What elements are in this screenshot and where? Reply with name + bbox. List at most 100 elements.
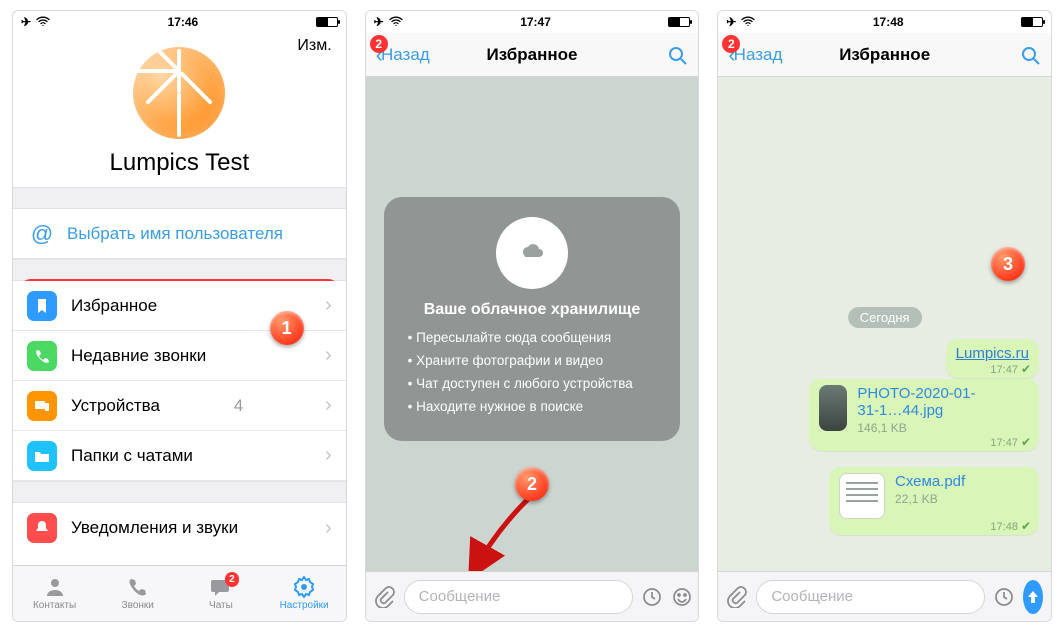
check-icon: ✔ [1021, 435, 1031, 449]
row-label: Избранное [71, 296, 157, 316]
scheduled-button[interactable] [993, 582, 1015, 612]
cloud-bullet: Пересылайте сюда сообщения [408, 327, 661, 350]
row-chat-folders[interactable]: Папки с чатами › [13, 431, 346, 481]
cloud-heading: Ваше облачное хранилище [404, 301, 661, 319]
devices-count: 4 [234, 396, 243, 416]
cloud-storage-panel: Ваше облачное хранилище Пересылайте сюда… [384, 197, 681, 441]
bookmark-icon [27, 291, 57, 321]
airplane-icon: ✈︎ [21, 15, 31, 29]
edit-link[interactable]: Изм. [297, 37, 331, 55]
bell-icon [27, 513, 57, 543]
back-label: Назад [381, 45, 430, 65]
file-size: 146,1 KB [857, 421, 983, 435]
wifi-icon [389, 15, 403, 29]
tab-calls[interactable]: Звонки [96, 566, 179, 621]
row-notifications[interactable]: Уведомления и звуки › [13, 503, 346, 553]
message-time: 17:47 [990, 437, 1018, 449]
message-time: 17:47 [990, 364, 1018, 376]
step-marker-2: 2 [515, 467, 549, 501]
doc-thumb [839, 473, 885, 519]
input-bar [366, 571, 699, 621]
tab-settings[interactable]: Настройки [263, 566, 346, 621]
photo-thumb [819, 385, 847, 431]
chevron-right-icon: › [325, 394, 332, 417]
back-button[interactable]: 2 ‹ Назад [718, 33, 792, 76]
tab-contacts[interactable]: Контакты [13, 566, 96, 621]
row-label: Папки с чатами [71, 446, 193, 466]
devices-icon [27, 391, 57, 421]
chevron-right-icon: › [325, 294, 332, 317]
back-badge: 2 [370, 35, 388, 53]
chevron-right-icon: › [325, 517, 332, 540]
chat-area: Ваше облачное хранилище Пересылайте сюда… [366, 77, 699, 571]
tab-label: Настройки [280, 600, 329, 611]
at-icon: @ [27, 221, 57, 247]
step-marker-3: 3 [991, 247, 1025, 281]
check-icon: ✔ [1021, 362, 1031, 376]
chats-badge: 2 [225, 572, 239, 587]
status-bar: ✈︎ 17:47 [366, 11, 699, 33]
row-devices[interactable]: Устройства 4 › [13, 381, 346, 431]
chat-area[interactable]: 3 Сегодня Lumpics.ru 17:47✔ PHOTO-2020-0… [718, 77, 1051, 571]
attach-button[interactable] [374, 582, 396, 612]
chevron-right-icon: › [325, 344, 332, 367]
status-bar: ✈︎ 17:46 [13, 11, 346, 33]
cloud-bullet: Находите нужное в поиске [408, 396, 661, 419]
avatar[interactable] [133, 47, 225, 139]
battery-icon [668, 17, 690, 27]
file-name: Схема.pdf [895, 473, 965, 490]
profile-name: Lumpics Test [13, 149, 346, 177]
row-label: Недавние звонки [71, 346, 206, 366]
phone-saved-messages: ✈︎ 17:48 2 ‹ Назад Избранное 3 Сегодня L… [717, 10, 1052, 622]
sticker-button[interactable] [671, 582, 693, 612]
wifi-icon [36, 15, 50, 29]
message-document[interactable]: Схема.pdf 22,1 KB 17:48✔ [829, 467, 1039, 535]
status-time: 17:48 [755, 15, 1021, 29]
wifi-icon [741, 15, 755, 29]
battery-icon [1021, 17, 1043, 27]
date-separator: Сегодня [848, 307, 922, 328]
check-icon: ✔ [1021, 519, 1031, 533]
phone-settings: ✈︎ 17:46 Изм. Lumpics Test @ Выбрать имя… [12, 10, 347, 622]
attach-button[interactable] [726, 582, 748, 612]
tab-label: Контакты [33, 600, 76, 611]
scheduled-button[interactable] [641, 582, 663, 612]
status-time: 17:47 [403, 15, 669, 29]
tab-chats[interactable]: 2 Чаты [179, 566, 262, 621]
tab-label: Звонки [122, 600, 154, 611]
row-set-username[interactable]: @ Выбрать имя пользователя [13, 209, 346, 259]
search-button[interactable] [656, 33, 698, 76]
message-photo[interactable]: PHOTO-2020-01-31-1…44.jpg 146,1 KB 17:47… [809, 379, 1039, 451]
back-button[interactable]: 2 ‹ Назад [366, 33, 440, 76]
folder-icon [27, 441, 57, 471]
message-link[interactable]: Lumpics.ru 17:47✔ [946, 339, 1039, 378]
message-time: 17:48 [990, 521, 1018, 533]
message-input[interactable] [404, 580, 633, 614]
nav-bar: 2 ‹ Назад Избранное [366, 33, 699, 77]
file-name: PHOTO-2020-01-31-1…44.jpg [857, 385, 983, 419]
tab-label: Чаты [209, 600, 233, 611]
airplane-icon: ✈︎ [374, 15, 384, 29]
cloud-bullet: Храните фотографии и видео [408, 350, 661, 373]
status-bar: ✈︎ 17:48 [718, 11, 1051, 33]
status-time: 17:46 [50, 15, 316, 29]
message-input[interactable] [756, 580, 985, 614]
step-marker-1: 1 [270, 311, 304, 345]
battery-icon [316, 17, 338, 27]
back-label: Назад [734, 45, 783, 65]
message-link-text[interactable]: Lumpics.ru [956, 345, 1029, 362]
airplane-icon: ✈︎ [726, 15, 736, 29]
profile-header: Изм. Lumpics Test [13, 33, 346, 187]
chevron-right-icon: › [325, 444, 332, 467]
row-label: Выбрать имя пользователя [67, 224, 283, 244]
nav-bar: 2 ‹ Назад Избранное [718, 33, 1051, 77]
tab-bar: Контакты Звонки 2 Чаты Настройки [13, 565, 346, 621]
phone-icon [27, 341, 57, 371]
search-button[interactable] [1009, 33, 1051, 76]
file-size: 22,1 KB [895, 492, 965, 506]
row-label: Уведомления и звуки [71, 518, 238, 538]
send-button[interactable] [1023, 580, 1043, 614]
phone-saved-empty: ✈︎ 17:47 2 ‹ Назад Избранное Ваше облачн… [365, 10, 700, 622]
nav-title: Избранное [839, 45, 930, 65]
cloud-icon [496, 217, 568, 289]
